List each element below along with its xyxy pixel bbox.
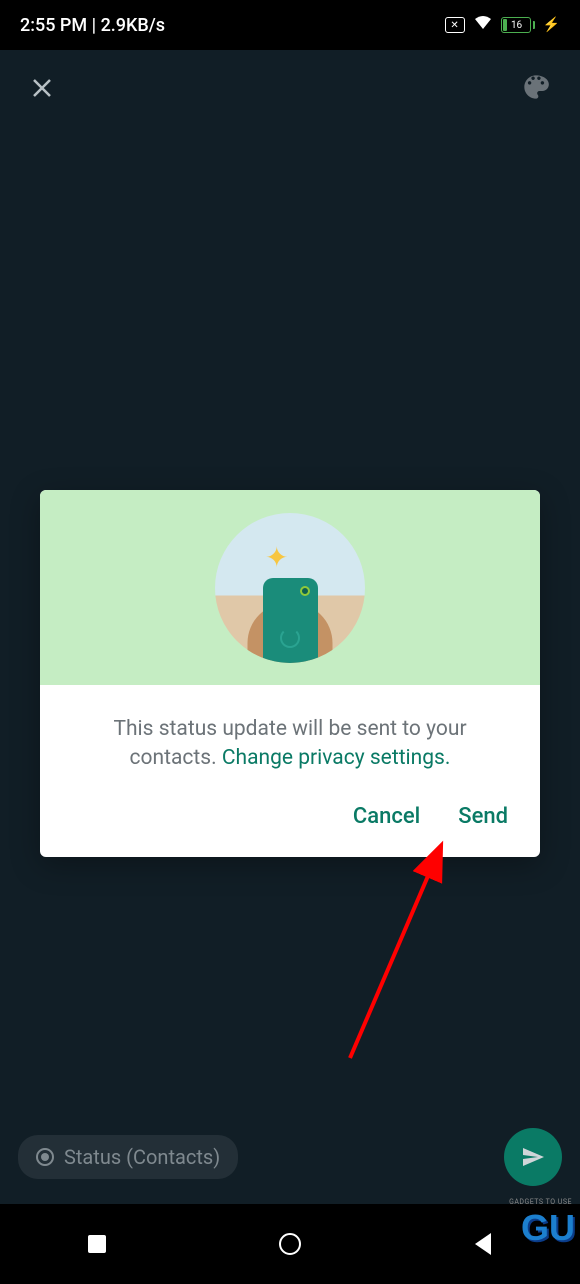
home-button[interactable]	[270, 1233, 310, 1255]
watermark-logo: GU	[521, 1207, 575, 1249]
send-button[interactable]: Send	[458, 804, 508, 829]
close-button[interactable]	[30, 74, 54, 107]
sim-icon: ✕	[445, 17, 465, 33]
status-chip-label: Status (Contacts)	[64, 1145, 220, 1169]
navigation-bar	[0, 1204, 580, 1284]
app-area: ✦ This status update will be sent to you…	[0, 50, 580, 1204]
status-illustration: ✦	[215, 513, 365, 663]
battery-indicator: 16	[501, 17, 535, 33]
send-fab-button[interactable]	[504, 1128, 562, 1186]
back-button[interactable]	[463, 1233, 503, 1255]
send-status-dialog: ✦ This status update will be sent to you…	[40, 490, 540, 857]
watermark-subtitle: GADGETS TO USE	[509, 1198, 572, 1206]
wifi-icon	[473, 15, 493, 36]
charging-icon: ⚡	[543, 17, 560, 33]
network-speed: 2.9KB/s	[101, 15, 166, 36]
annotation-arrow	[330, 838, 470, 1078]
recents-button[interactable]	[77, 1235, 117, 1253]
top-bar	[0, 50, 580, 130]
status-bar: 2:55 PM | 2.9KB/s ✕ 16 ⚡	[0, 0, 580, 50]
time-label: 2:55 PM	[20, 15, 87, 36]
palette-button[interactable]	[522, 73, 550, 108]
battery-percent: 16	[503, 20, 531, 31]
dialog-actions: Cancel Send	[40, 792, 540, 857]
status-bar-left: 2:55 PM | 2.9KB/s	[20, 15, 165, 36]
dialog-illustration-area: ✦	[40, 490, 540, 685]
status-audience-chip[interactable]: Status (Contacts)	[18, 1135, 238, 1179]
status-icon	[36, 1148, 54, 1166]
cancel-button[interactable]: Cancel	[353, 804, 420, 829]
sparkle-icon: ✦	[265, 541, 288, 574]
status-bar-right: ✕ 16 ⚡	[445, 15, 560, 36]
privacy-settings-link[interactable]: Change privacy settings.	[222, 746, 451, 770]
bottom-controls: Status (Contacts)	[0, 1128, 580, 1186]
dialog-message: This status update will be sent to your …	[40, 685, 540, 792]
